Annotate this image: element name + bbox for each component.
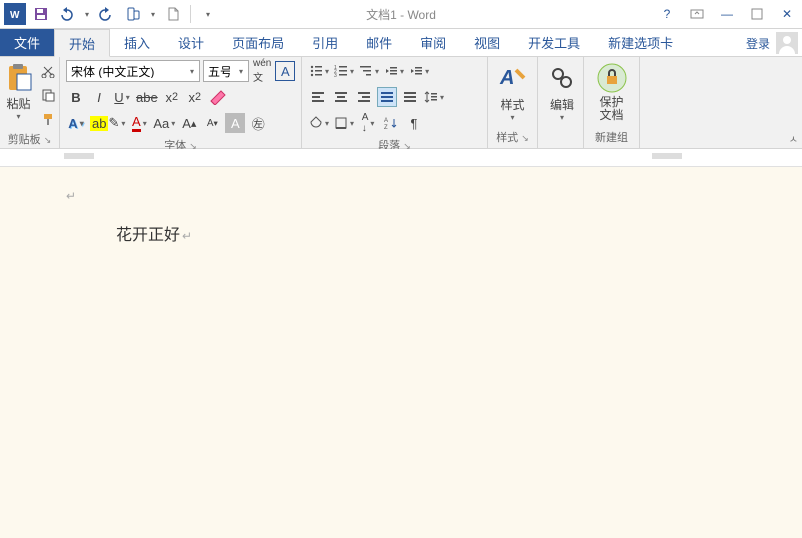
tab-design[interactable]: 设计 [164,29,218,56]
align-distribute-button[interactable] [400,87,420,107]
shading-button[interactable] [308,113,330,133]
minimize-icon[interactable]: — [716,3,738,25]
grow-font-button[interactable]: A▴ [179,113,199,133]
newgroup-label: 新建组 [590,127,633,148]
tab-view[interactable]: 视图 [460,29,514,56]
tab-devtools[interactable]: 开发工具 [514,29,594,56]
help-icon[interactable]: ? [656,3,678,25]
italic-button[interactable]: I [89,87,109,107]
cut-button[interactable] [38,61,58,81]
svg-text:A: A [384,118,388,124]
tab-file[interactable]: 文件 [0,29,54,56]
align-right-button[interactable] [354,87,374,107]
ruler[interactable] [0,149,802,167]
editing-label: 编辑 [550,96,574,113]
align-justify-button[interactable] [377,87,397,107]
strike-button[interactable]: abe [135,87,159,107]
protect-doc-button[interactable]: 保护文档 [590,59,633,125]
ribbon-display-icon[interactable] [686,3,708,25]
char-scale-button[interactable]: Aa [152,113,176,133]
sort-button[interactable]: AZ [381,113,401,133]
multilevel-button[interactable] [358,61,380,81]
styles-button[interactable]: A 样式 ▾ [494,59,531,125]
login-link[interactable]: 登录 [746,35,770,52]
line-spacing-button[interactable] [423,87,445,107]
tab-home[interactable]: 开始 [54,29,110,57]
tab-review[interactable]: 审阅 [406,29,460,56]
format-painter-button[interactable] [38,109,58,129]
ruler-indent-right[interactable] [652,153,682,159]
paste-button[interactable]: 粘贴 ▾ [2,59,36,123]
save-icon[interactable] [30,3,52,25]
tab-new[interactable]: 新建选项卡 [594,29,687,56]
clipboard-group-label: 剪贴板 [8,134,41,146]
clipboard-launcher-icon[interactable]: ↘ [44,135,52,145]
tab-insert[interactable]: 插入 [110,29,164,56]
redo-button[interactable] [96,3,118,25]
text-effects-button[interactable]: A [66,113,86,133]
collapse-ribbon-icon[interactable]: ㅅ [789,131,798,146]
tab-mail[interactable]: 邮件 [352,29,406,56]
touch-mode-dropdown[interactable]: ▾ [148,3,158,25]
align-center-button[interactable] [331,87,351,107]
new-doc-button[interactable] [162,3,184,25]
font-size-combo[interactable]: ▾ [203,60,249,82]
paragraph-2[interactable]: 花开正好 [116,227,180,244]
dec-indent-button[interactable] [383,61,405,81]
svg-text:W: W [10,10,20,21]
undo-button[interactable] [56,3,78,25]
char-shading-button[interactable]: A [225,113,245,133]
bullets-button[interactable] [308,61,330,81]
maximize-icon[interactable] [746,3,768,25]
para-mark-icon: ↵ [66,189,76,203]
svg-text:Z: Z [384,125,388,130]
avatar-icon[interactable] [776,32,798,54]
show-marks-button[interactable]: ¶ [404,113,424,133]
qat-customize-dropdown[interactable]: ▾ [197,3,219,25]
copy-button[interactable] [38,85,58,105]
shrink-font-button[interactable]: A▾ [202,113,222,133]
font-name-combo[interactable]: ▾ [66,60,200,82]
ruler-indent-left[interactable] [64,153,94,159]
close-icon[interactable]: ✕ [776,3,798,25]
align-left-button[interactable] [308,87,328,107]
styles-group-label: 样式 [496,132,518,144]
inc-indent-button[interactable] [408,61,430,81]
numbering-button[interactable]: 123 [333,61,355,81]
editing-group-label [544,131,577,148]
bold-button[interactable]: B [66,87,86,107]
enclose-char-button[interactable]: ㊧ [248,113,268,133]
protect-label1: 保护 [599,95,623,109]
clear-format-button[interactable] [208,87,228,107]
styles-label: 样式 [500,96,524,113]
font-size-input[interactable] [204,64,234,78]
borders-button[interactable] [333,113,355,133]
text-direction-button[interactable]: A↓ [358,113,378,133]
underline-button[interactable]: U [112,87,132,107]
undo-dropdown[interactable]: ▾ [82,3,92,25]
subscript-button[interactable]: x2 [162,87,182,107]
document-canvas[interactable]: ↵ 花开正好↵ [0,167,802,538]
svg-text:A: A [499,67,514,89]
protect-label2: 文档 [599,108,623,122]
tab-references[interactable]: 引用 [298,29,352,56]
styles-launcher-icon[interactable]: ↘ [521,133,529,143]
paste-label: 粘贴 [6,95,30,112]
separator [190,5,191,23]
char-border-button[interactable]: A [275,61,295,81]
editing-button[interactable]: 编辑 ▾ [544,59,580,125]
tab-layout[interactable]: 页面布局 [218,29,298,56]
superscript-button[interactable]: x2 [185,87,205,107]
highlight-button[interactable]: ab✎ [89,113,126,133]
font-color-button[interactable]: A [129,113,149,133]
phonetic-guide-button[interactable]: wén文 [252,61,272,81]
window-title: 文档1 - Word [366,6,436,23]
para-mark-icon: ↵ [182,229,192,243]
app-icon: W [4,3,26,25]
font-name-input[interactable] [67,64,185,78]
svg-text:3: 3 [334,73,337,78]
touch-mode-button[interactable] [122,3,144,25]
